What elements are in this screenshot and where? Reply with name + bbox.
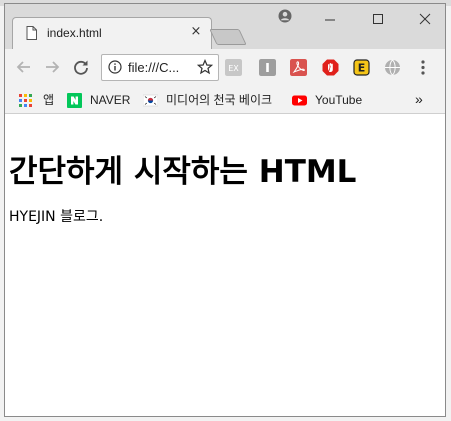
extension-globe-icon[interactable] [384, 59, 401, 76]
menu-kebab-icon[interactable] [418, 59, 428, 76]
bookmarks-overflow-icon[interactable]: » [415, 92, 423, 108]
back-icon[interactable] [15, 58, 33, 76]
reload-icon[interactable] [72, 58, 90, 76]
korea-flag-icon [143, 94, 158, 107]
forward-icon[interactable] [43, 58, 61, 76]
tab-title: index.html [47, 26, 102, 40]
page-icon [26, 26, 37, 40]
browser-window: index.html × file:///C... EX E 앱 NAVER 미… [4, 3, 446, 417]
svg-text:EX: EX [228, 64, 239, 73]
toolbar: file:///C... EX E [5, 49, 445, 86]
profile-icon[interactable] [278, 9, 292, 23]
svg-text:E: E [358, 62, 366, 75]
bookmark-star-icon[interactable] [197, 59, 213, 75]
extension-e-icon[interactable]: E [353, 59, 370, 76]
tab-index-html[interactable]: index.html × [12, 17, 212, 50]
bookmark-youtube[interactable]: YouTube [315, 92, 362, 108]
page-heading: 간단하게 시작하는 HTML [9, 154, 357, 190]
maximize-icon[interactable] [363, 6, 393, 26]
extension-pdf-icon[interactable] [290, 59, 307, 76]
address-bar[interactable]: file:///C... [101, 54, 219, 81]
bookmark-naver[interactable]: NAVER [90, 92, 130, 108]
extension-ex-icon[interactable]: EX [225, 59, 242, 76]
bookmark-apps[interactable]: 앱 [43, 92, 54, 108]
minimize-icon[interactable] [315, 6, 345, 26]
new-tab-button[interactable] [209, 29, 247, 45]
info-icon[interactable] [108, 60, 122, 74]
apps-grid-icon[interactable] [18, 93, 33, 108]
url-text: file:///C... [128, 60, 180, 75]
bookmarks-bar: 앱 NAVER 미디어의 천국 베이크 YouTube » [5, 86, 445, 114]
naver-icon [67, 93, 82, 108]
tab-close-icon[interactable]: × [190, 25, 202, 38]
youtube-icon [292, 95, 307, 106]
close-window-icon[interactable] [410, 6, 440, 26]
page-paragraph: HYEJIN 블로그. [9, 209, 104, 225]
bookmark-media-heaven[interactable]: 미디어의 천국 베이크 [166, 92, 282, 108]
extension-adblock-icon[interactable] [322, 59, 339, 76]
extension-i-icon[interactable] [259, 59, 276, 76]
page-viewport: 간단하게 시작하는 HTML HYEJIN 블로그. [5, 114, 445, 416]
title-bar: index.html × [5, 4, 445, 50]
